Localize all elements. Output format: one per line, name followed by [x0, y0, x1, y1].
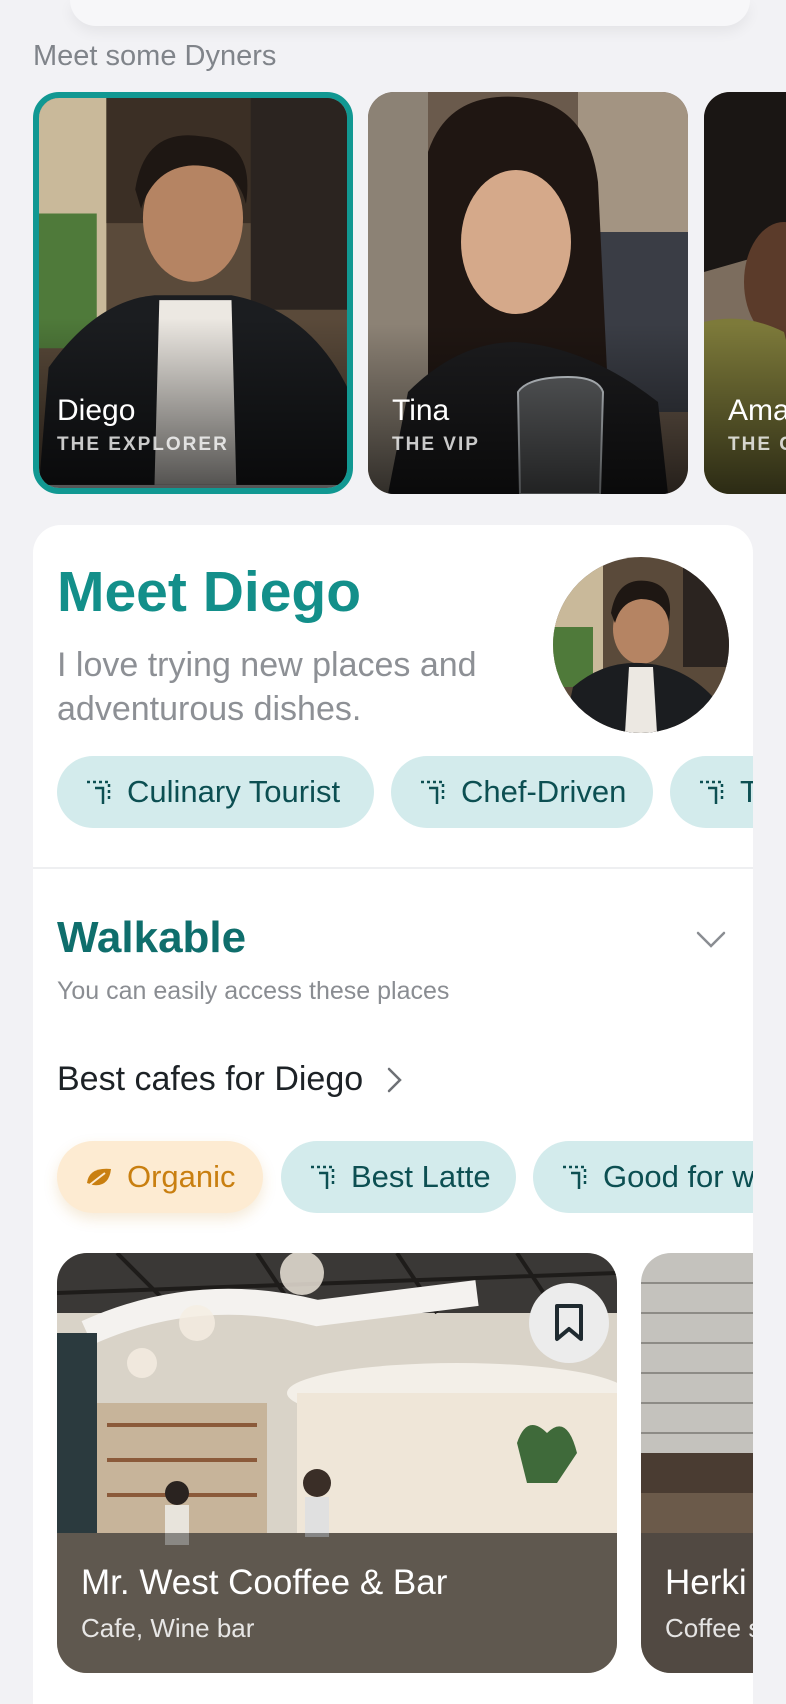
dyner-name: Tina	[392, 394, 450, 427]
profile-title: Meet Diego	[57, 560, 362, 624]
best-cafes-link[interactable]: Best cafes for Diego	[57, 1060, 407, 1099]
dyner-role: THE C	[728, 434, 786, 455]
bookmark-button[interactable]	[529, 1283, 609, 1363]
filter-label: Best Latte	[351, 1159, 491, 1194]
place-type: Cafe, Wine bar	[81, 1613, 255, 1643]
filter-chip[interactable]: Best Latte	[281, 1141, 516, 1213]
cafe-filters: Organic Best Latte Good for w	[57, 1141, 753, 1213]
place-info: Mr. West Cooffee & Bar Cafe, Wine bar	[57, 1533, 617, 1673]
filter-label: Organic	[127, 1159, 236, 1194]
tag-label: T	[740, 774, 753, 809]
walkable-subtitle: You can easily access these places	[57, 977, 450, 1005]
dyner-card-tina[interactable]: Tina THE VIP	[368, 92, 688, 494]
dyner-name: Diego	[57, 394, 136, 427]
tag-label: Chef-Driven	[461, 774, 627, 809]
place-info: Herki Coffee s	[641, 1533, 753, 1673]
persona-tags: Culinary Tourist Chef-Driven T	[57, 756, 753, 828]
tag-icon	[700, 780, 724, 804]
place-type: Coffee s	[665, 1613, 753, 1643]
dyner-name: Ama	[728, 394, 786, 427]
filter-chip[interactable]: Good for w	[533, 1141, 753, 1213]
tag-icon	[563, 1165, 587, 1189]
best-cafes-label: Best cafes for Diego	[57, 1060, 364, 1098]
section-title: Meet some Dyners	[33, 40, 277, 72]
place-card[interactable]: Mr. West Cooffee & Bar Cafe, Wine bar	[57, 1253, 617, 1673]
bookmark-icon	[555, 1304, 583, 1341]
avatar	[553, 557, 729, 733]
chevron-down-icon[interactable]	[693, 921, 729, 957]
divider	[33, 867, 753, 869]
tag-chip[interactable]: T	[670, 756, 753, 828]
dyner-carousel[interactable]: Diego THE EXPLORER Tina THE VIP Ama THE …	[0, 92, 786, 494]
dyner-card-ama[interactable]: Ama THE C	[704, 92, 786, 494]
tag-icon	[421, 780, 445, 804]
leaf-icon	[86, 1168, 111, 1188]
dyner-role: THE VIP	[392, 434, 480, 455]
place-card[interactable]: Herki Coffee s	[641, 1253, 753, 1673]
tag-icon	[311, 1165, 335, 1189]
dyner-profile-panel: Meet Diego I love trying new places and …	[33, 525, 753, 1704]
places-carousel[interactable]: Mr. West Cooffee & Bar Cafe, Wine bar He…	[57, 1253, 753, 1673]
place-name: Mr. West Cooffee & Bar	[81, 1563, 448, 1602]
previous-card-edge	[70, 0, 750, 26]
dyner-card-diego[interactable]: Diego THE EXPLORER	[33, 92, 353, 494]
tag-chip[interactable]: Chef-Driven	[391, 756, 653, 828]
place-name: Herki	[665, 1563, 747, 1602]
filter-label: Good for w	[603, 1159, 753, 1194]
profile-bio: I love trying new places and adventurous…	[57, 646, 477, 728]
walkable-title: Walkable	[57, 913, 247, 962]
dyner-role: THE EXPLORER	[57, 434, 229, 455]
tag-label: Culinary Tourist	[127, 774, 341, 809]
filter-chip-organic[interactable]: Organic	[57, 1141, 263, 1213]
tag-chip[interactable]: Culinary Tourist	[57, 756, 374, 828]
tag-icon	[87, 780, 111, 804]
chevron-right-icon	[387, 1067, 402, 1092]
